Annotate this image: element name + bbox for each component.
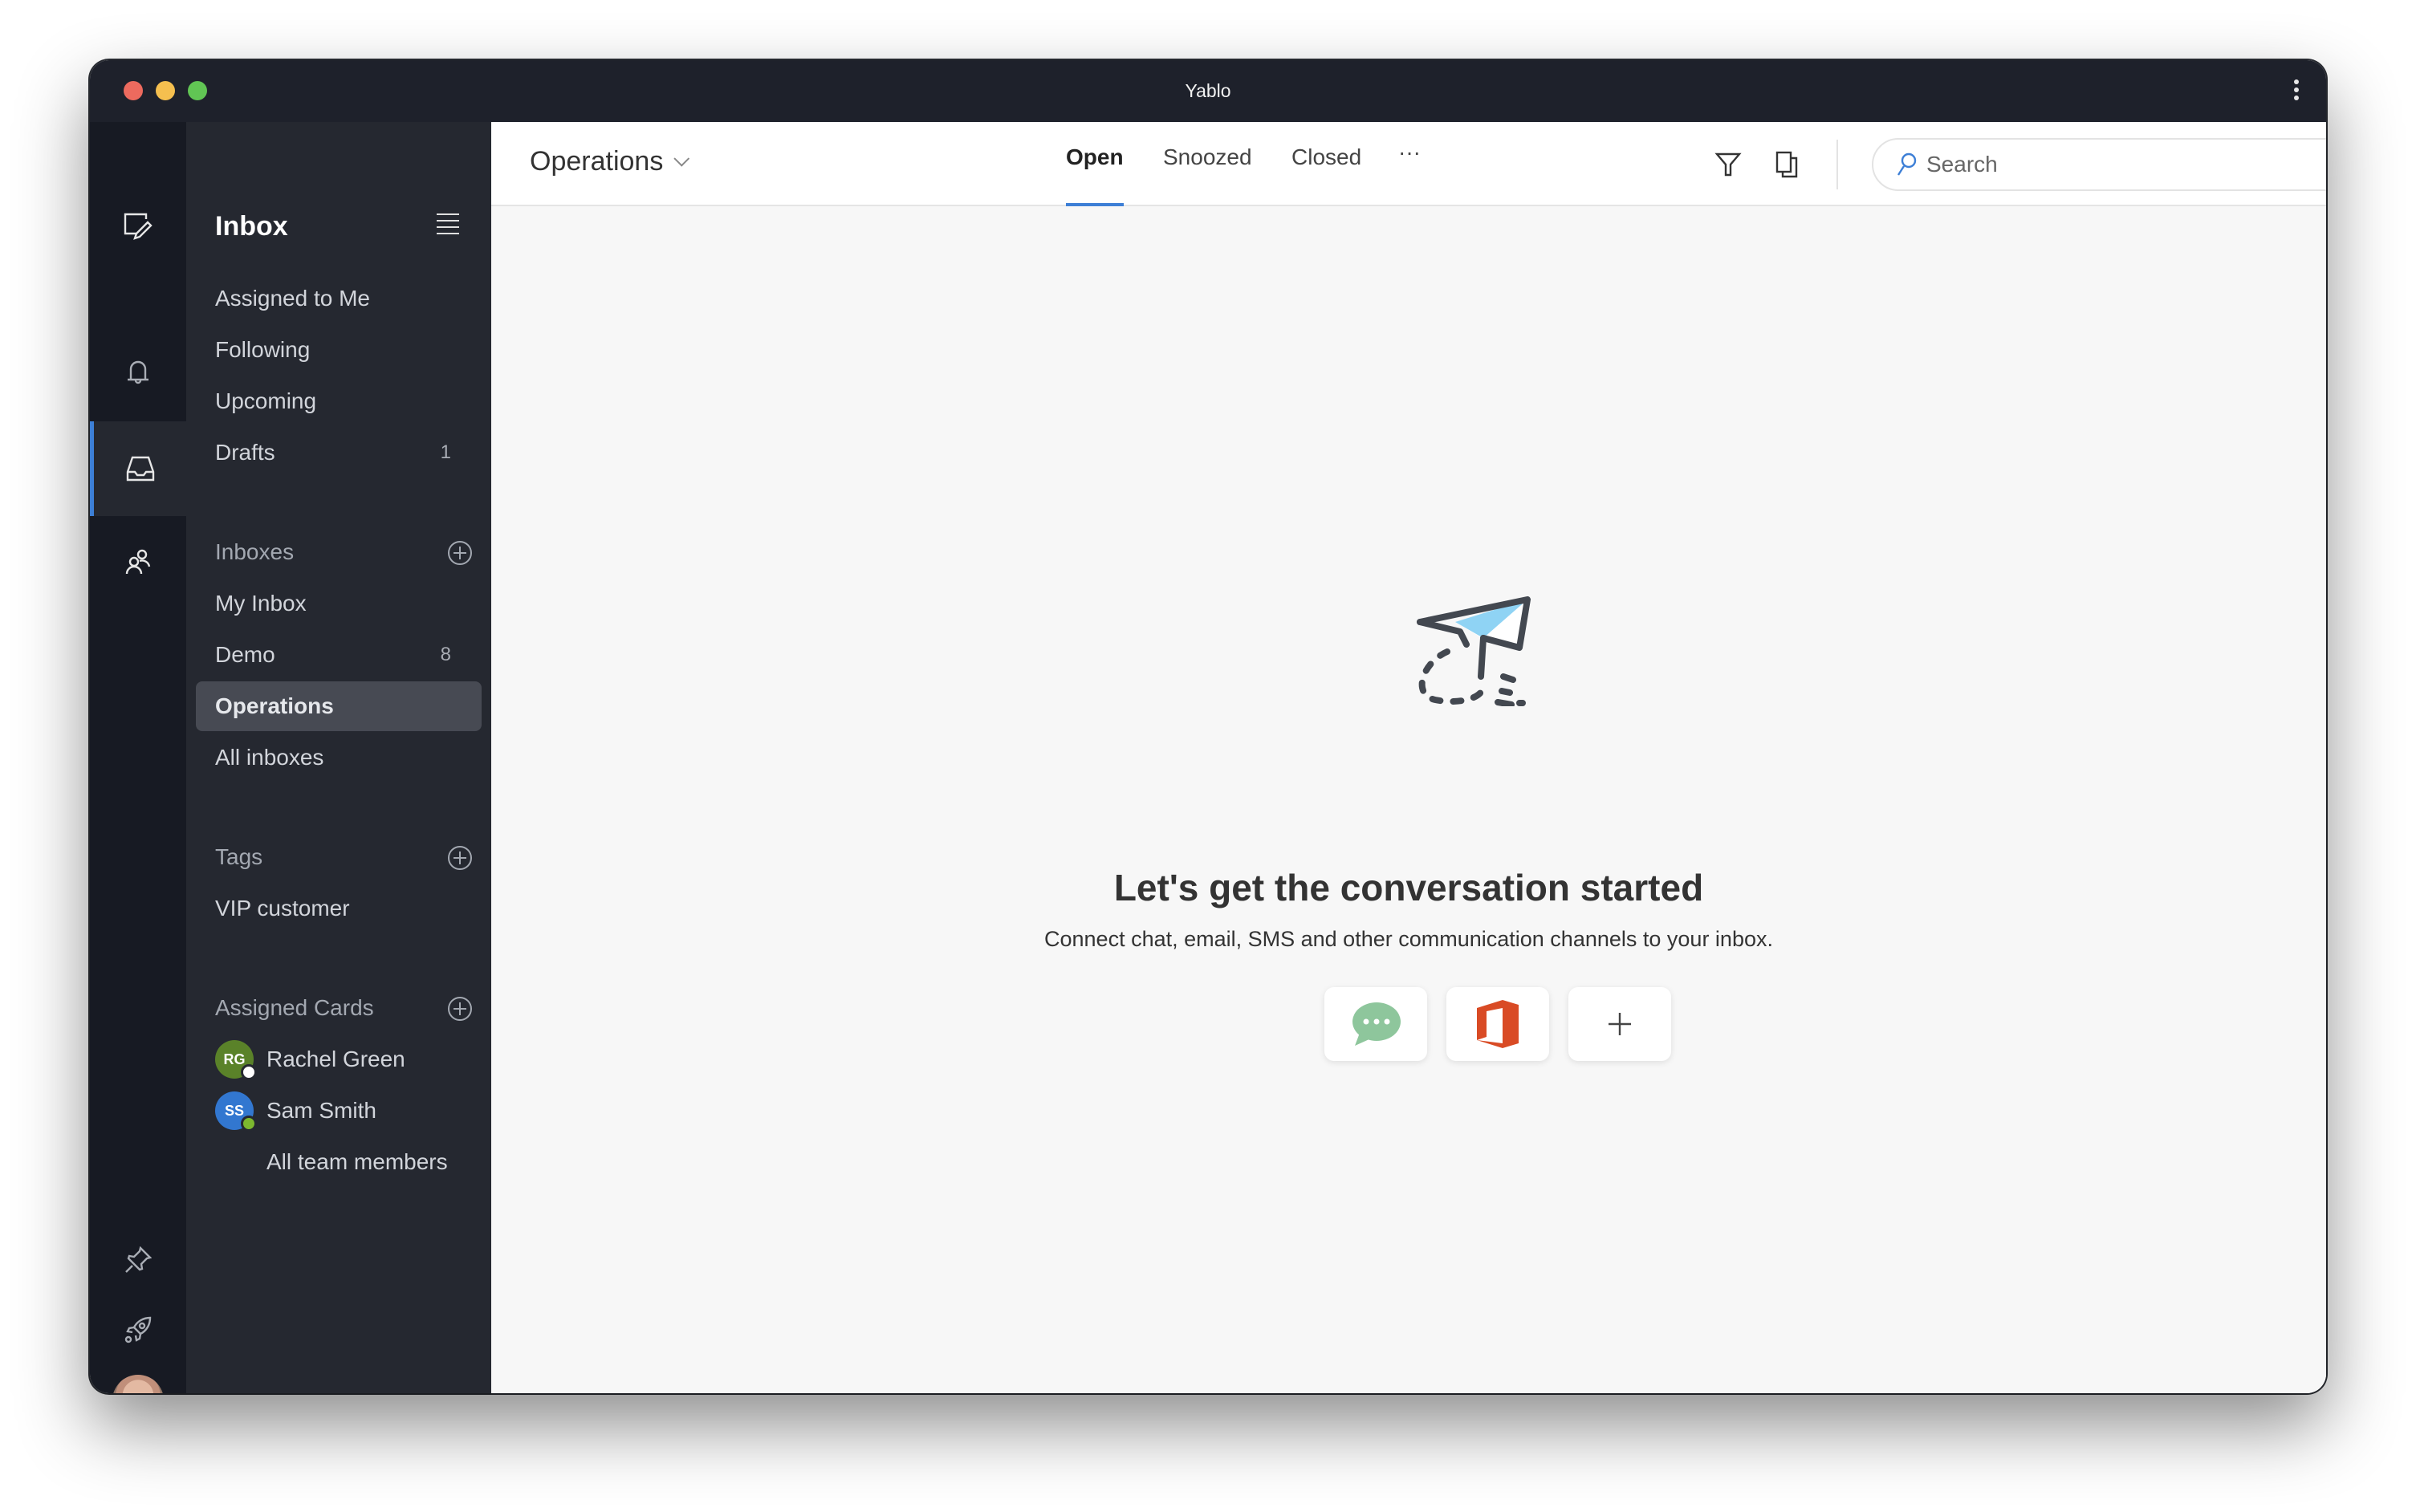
connect-chat-button[interactable] [1324, 987, 1427, 1061]
pin-icon [125, 1246, 152, 1273]
nav-item-upcoming[interactable]: Upcoming [196, 376, 482, 426]
member-sam-smith[interactable]: SS Sam Smith [215, 1091, 376, 1132]
search-input[interactable] [1926, 152, 2326, 177]
more-tabs-button[interactable]: ··· [1398, 140, 1421, 201]
pinned-button[interactable] [90, 1226, 186, 1294]
member-rachel-green[interactable]: RG Rachel Green [215, 1039, 405, 1080]
connect-office365-button[interactable] [1446, 987, 1549, 1061]
chevron-down-icon [673, 150, 690, 167]
paper-plane-illustration-icon [1417, 596, 1531, 706]
nav-item-all-inboxes[interactable]: All inboxes [196, 733, 482, 782]
nav-item-following[interactable]: Following [196, 325, 482, 375]
nav-item-my-inbox[interactable]: My Inbox [196, 579, 482, 628]
inbox-button[interactable] [90, 421, 186, 516]
window-title: Yablo [1185, 80, 1231, 101]
bell-icon [128, 360, 148, 384]
compose-icon [124, 213, 153, 240]
app-window: Yablo Inbox Assigned to Me Following Upc… [90, 60, 2326, 1393]
avatar: RG [215, 1040, 257, 1080]
notifications-button[interactable] [90, 339, 186, 406]
nav-item-vip-customer[interactable]: VIP customer [196, 884, 482, 933]
toolbar-divider [1836, 140, 1838, 189]
inbox-tray-icon [126, 456, 154, 482]
launch-button[interactable] [90, 1296, 186, 1364]
toolbar-header: Operations Open Snoozed Closed ··· [491, 122, 2326, 206]
rocket-icon [124, 1316, 152, 1343]
avatar: SS [215, 1091, 257, 1132]
conversation-list-empty-state: Let's get the conversation started Conne… [491, 206, 2326, 1393]
tags-section-header: Tags [215, 841, 472, 873]
office-icon [1477, 1000, 1519, 1048]
empty-state-subtitle: Connect chat, email, SMS and other commu… [1044, 927, 1773, 951]
inbox-selector-dropdown[interactable]: Operations [530, 146, 690, 177]
empty-state-title: Let's get the conversation started [1113, 867, 1704, 908]
nav-title: Inbox [215, 211, 288, 242]
tab-snoozed[interactable]: Snoozed [1163, 144, 1252, 206]
nav-item-assigned-to-me[interactable]: Assigned to Me [196, 274, 482, 323]
inbox-nav-panel: Inbox Assigned to Me Following Upcoming … [186, 122, 491, 1393]
nav-item-all-team-members[interactable]: All team members [247, 1137, 482, 1187]
nav-item-drafts[interactable]: Drafts 1 [196, 428, 482, 478]
tab-closed[interactable]: Closed [1291, 144, 1361, 206]
user-avatar[interactable] [112, 1375, 164, 1393]
title-bar: Yablo [90, 60, 2326, 122]
nav-item-demo[interactable]: Demo 8 [196, 630, 482, 680]
search-box[interactable] [1872, 138, 2326, 191]
presence-online-indicator [241, 1116, 257, 1132]
add-inbox-icon[interactable] [448, 541, 472, 565]
demo-count: 8 [440, 644, 451, 665]
kebab-vertical-icon[interactable] [2291, 79, 2302, 104]
people-icon [125, 549, 151, 575]
inboxes-section-header: Inboxes [215, 536, 472, 568]
chat-bubble-icon [1352, 1002, 1401, 1046]
assigned-cards-section-header: Assigned Cards [215, 992, 472, 1024]
presence-away-indicator [241, 1064, 257, 1080]
add-channel-button[interactable] [1568, 987, 1671, 1061]
icon-rail [90, 122, 186, 1393]
search-icon [1897, 152, 1917, 176]
tab-open[interactable]: Open [1066, 144, 1124, 206]
add-tag-icon[interactable] [448, 846, 472, 870]
plus-icon [1609, 1013, 1631, 1035]
hamburger-menu-icon[interactable] [437, 213, 459, 234]
add-assignee-icon[interactable] [448, 997, 472, 1021]
nav-item-operations[interactable]: Operations [196, 681, 482, 731]
contacts-button[interactable] [90, 528, 186, 595]
filter-icon[interactable] [1714, 151, 1742, 178]
copy-icon[interactable] [1775, 151, 1800, 178]
drafts-count: 1 [440, 441, 451, 463]
compose-button[interactable] [90, 193, 186, 260]
